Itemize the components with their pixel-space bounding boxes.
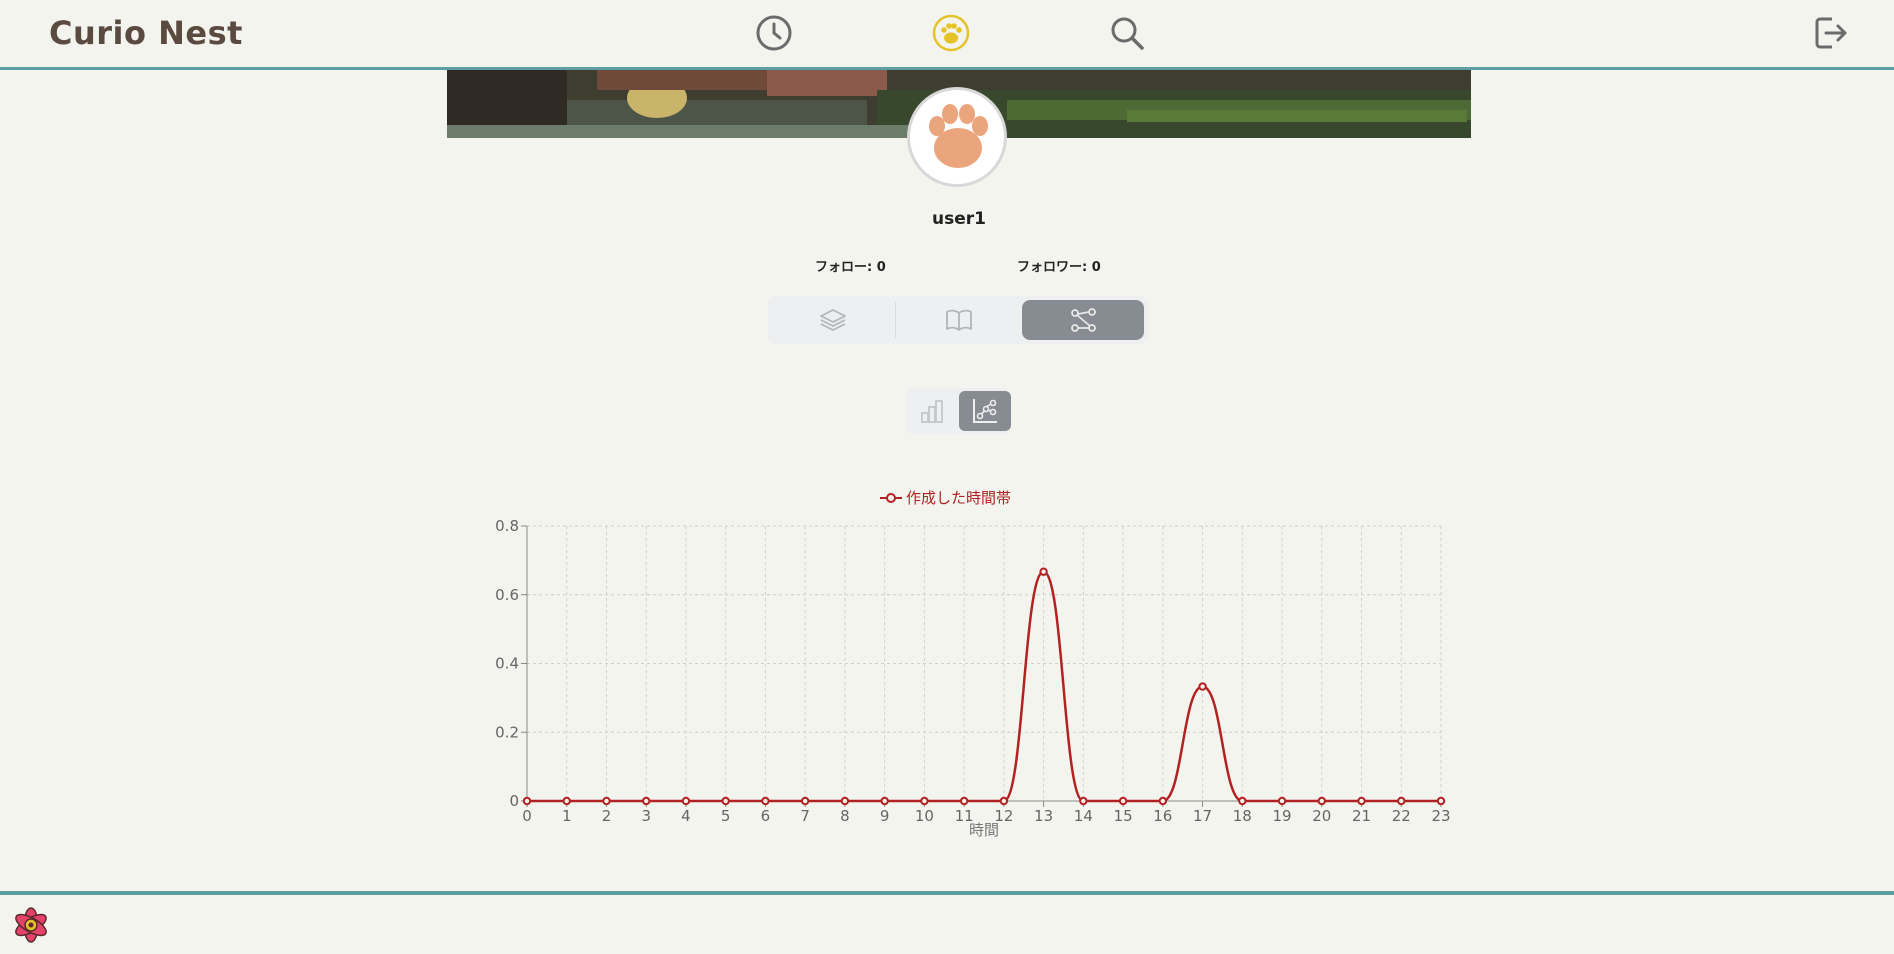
data-point bbox=[999, 796, 1009, 806]
y-tick-label: 0 bbox=[509, 792, 519, 810]
layers-icon bbox=[820, 309, 846, 331]
data-point bbox=[1357, 796, 1366, 806]
data-point bbox=[761, 796, 770, 806]
data-point bbox=[1238, 796, 1247, 806]
tab-analytics[interactable] bbox=[1022, 300, 1144, 340]
x-tick-label: 17 bbox=[1193, 807, 1212, 825]
profile-tabs bbox=[768, 296, 1148, 344]
x-tick-label: 16 bbox=[1153, 807, 1172, 825]
x-tick-label: 15 bbox=[1114, 807, 1133, 825]
y-tick-label: 0.2 bbox=[495, 723, 519, 741]
tab-posts[interactable] bbox=[772, 300, 894, 340]
y-tick-label: 0.4 bbox=[495, 655, 519, 673]
line-chart-icon bbox=[973, 399, 997, 423]
brand-title[interactable]: Curio Nest bbox=[49, 14, 243, 52]
data-point bbox=[681, 796, 691, 806]
tab-divider bbox=[895, 302, 896, 338]
data-point bbox=[562, 796, 571, 806]
x-tick-label: 20 bbox=[1312, 807, 1331, 825]
data-point bbox=[800, 796, 810, 806]
series-line bbox=[526, 570, 1441, 803]
x-tick-label: 21 bbox=[1352, 807, 1371, 825]
data-point bbox=[1118, 796, 1128, 806]
x-tick-label: 13 bbox=[1034, 807, 1053, 825]
data-point bbox=[522, 796, 532, 806]
data-point bbox=[721, 796, 730, 806]
x-tick-label: 10 bbox=[915, 807, 934, 825]
x-tick-label: 23 bbox=[1431, 807, 1450, 825]
x-axis-title: 時間 bbox=[969, 821, 999, 839]
data-point bbox=[1436, 796, 1446, 806]
data-point bbox=[959, 796, 969, 806]
x-tick-label: 8 bbox=[840, 807, 850, 825]
x-tick-label: 6 bbox=[761, 807, 771, 825]
x-tick-label: 19 bbox=[1272, 807, 1291, 825]
bar-chart-icon bbox=[921, 400, 943, 423]
chart-legend[interactable]: 作成した時間帯 bbox=[880, 487, 1011, 508]
chart-type-toggle bbox=[906, 388, 1011, 434]
data-point bbox=[1277, 796, 1287, 806]
follower-count[interactable]: フォロワー: 0 bbox=[1017, 256, 1101, 275]
x-tick-label: 18 bbox=[1233, 807, 1252, 825]
line-chart-toggle[interactable] bbox=[959, 391, 1011, 431]
clock-icon[interactable] bbox=[755, 14, 793, 52]
x-tick-label: 14 bbox=[1074, 807, 1093, 825]
app-footer bbox=[0, 891, 1894, 954]
data-point bbox=[920, 796, 929, 806]
x-tick-label: 22 bbox=[1392, 807, 1411, 825]
data-point bbox=[642, 796, 651, 806]
x-tick-label: 9 bbox=[880, 807, 890, 825]
data-point bbox=[1317, 796, 1326, 806]
data-point bbox=[1158, 796, 1168, 806]
x-tick-label: 0 bbox=[522, 807, 532, 825]
x-tick-label: 5 bbox=[721, 807, 731, 825]
graph-icon bbox=[1071, 308, 1096, 332]
paw-icon[interactable] bbox=[932, 14, 970, 52]
data-point bbox=[840, 796, 850, 806]
data-point bbox=[1198, 682, 1207, 691]
logout-icon[interactable] bbox=[1812, 14, 1850, 52]
x-tick-label: 7 bbox=[800, 807, 810, 825]
data-point bbox=[880, 796, 889, 806]
tab-notebook[interactable] bbox=[898, 300, 1020, 340]
app-header: Curio Nest bbox=[0, 0, 1894, 70]
x-tick-label: 2 bbox=[602, 807, 612, 825]
x-tick-label: 4 bbox=[681, 807, 691, 825]
data-point bbox=[1397, 796, 1406, 806]
data-point bbox=[602, 796, 611, 806]
data-point bbox=[1039, 567, 1048, 576]
legend-label: 作成した時間帯 bbox=[906, 489, 1012, 507]
follow-count[interactable]: フォロー: 0 bbox=[815, 256, 886, 275]
legend-line-marker-icon bbox=[880, 492, 902, 503]
username: user1 bbox=[932, 209, 986, 229]
search-icon[interactable] bbox=[1108, 14, 1146, 52]
data-point bbox=[1079, 796, 1088, 806]
y-tick-label: 0.8 bbox=[495, 517, 519, 535]
avatar[interactable] bbox=[907, 87, 1007, 187]
x-tick-label: 11 bbox=[955, 807, 974, 825]
book-icon bbox=[946, 309, 972, 331]
x-tick-label: 1 bbox=[562, 807, 572, 825]
flower-icon[interactable] bbox=[10, 904, 52, 946]
paw-icon bbox=[929, 104, 988, 168]
y-tick-label: 0.6 bbox=[495, 586, 519, 604]
x-tick-label: 3 bbox=[641, 807, 651, 825]
bar-chart-toggle[interactable] bbox=[906, 391, 958, 431]
x-tick-label: 12 bbox=[994, 807, 1013, 825]
